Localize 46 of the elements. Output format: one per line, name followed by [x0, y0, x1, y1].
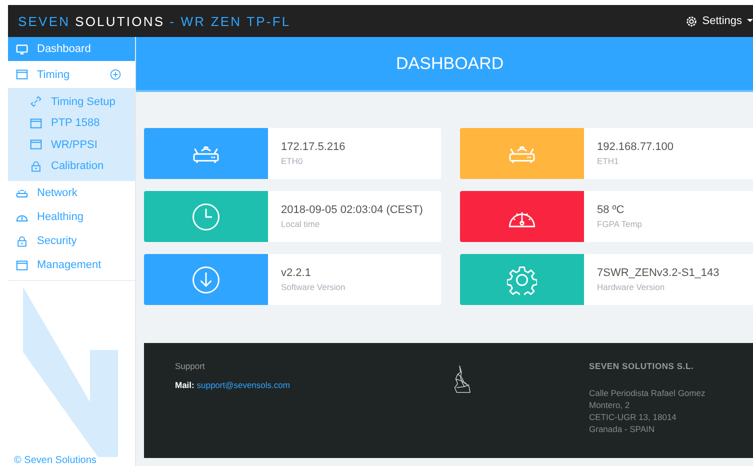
card-value: 172.17.5.216: [281, 141, 346, 153]
card-label: Hardware Version: [597, 282, 666, 292]
lock-icon: [16, 236, 28, 246]
card-value: v2.2.1: [281, 267, 312, 279]
card-value: 2018-09-05 02:03:04 (CEST): [281, 204, 423, 216]
brand-word: SOLUTIONS: [75, 14, 165, 28]
address-line: Calle Periodista Rafael Gomez: [589, 388, 706, 398]
submenu-item[interactable]: WR/PPSI: [8, 134, 135, 156]
copyright-text: © Seven Solutions: [14, 455, 96, 466]
brand-word: - WR ZEN TP-FL: [170, 14, 291, 28]
address-line: Granada - SPAIN: [589, 424, 656, 434]
footer-heading: Support: [175, 361, 206, 371]
router-icon: [16, 188, 28, 198]
window-icon: [30, 139, 42, 150]
card-label: Local time: [281, 219, 321, 229]
download-icon: [191, 264, 221, 294]
clock-icon: [191, 202, 221, 232]
monitor-icon: [16, 44, 28, 54]
submenu-item[interactable]: PTP 1588: [8, 112, 135, 134]
lock-icon: [30, 160, 42, 172]
window-icon: [30, 118, 42, 129]
window-icon: [16, 69, 28, 80]
card-label: ETH0: [281, 156, 304, 166]
card-label: ETH1: [597, 156, 620, 166]
brand-word: SEVEN: [18, 14, 70, 28]
settings-menu[interactable]: Settings: [686, 15, 753, 27]
settings-icon: [686, 16, 698, 26]
window-icon: [16, 260, 28, 270]
card-value: 7SWR_ZENv3.2-S1_143: [597, 267, 720, 279]
link-icon: [30, 96, 42, 108]
page-title: DASHBOARD: [396, 54, 504, 74]
submenu-item[interactable]: Timing Setup: [8, 91, 135, 112]
address-line: Montero, 2: [589, 400, 631, 410]
card-label: Software Version: [281, 282, 346, 292]
card-value: 192.168.77.100: [597, 141, 674, 153]
mail-line: Mail: support@sevensols.com: [175, 380, 291, 390]
caret-icon: [747, 19, 753, 23]
card-value: 58 ºC: [597, 204, 626, 216]
address-line: CETIC-UGR 13, 18014: [589, 412, 678, 422]
card-label: FGPA Temp: [597, 219, 642, 229]
sidebar-item[interactable]: Dashboard: [8, 37, 135, 61]
company-name: SEVEN SOLUTIONS S.L.: [589, 361, 695, 371]
submenu-item[interactable]: Calibration: [8, 156, 135, 177]
plus-icon[interactable]: [110, 69, 121, 80]
gear-icon: [507, 264, 537, 294]
email-link[interactable]: support@sevensols.com: [196, 380, 290, 390]
